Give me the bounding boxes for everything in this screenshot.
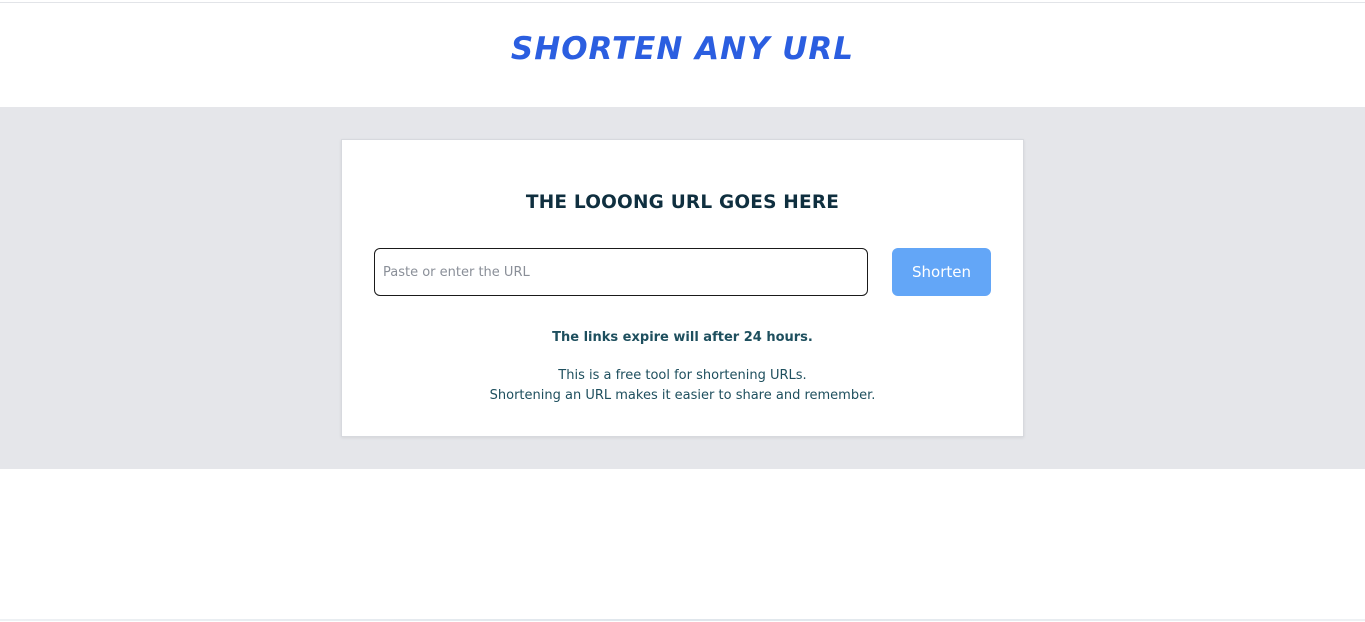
page: SHORTEN ANY URL THE LOOONG URL GOES HERE… (0, 0, 1365, 622)
site-title: SHORTEN ANY URL (510, 31, 855, 67)
description: This is a free tool for shortening URLs.… (342, 366, 1023, 406)
bottom-divider (0, 619, 1365, 621)
description-line: This is a free tool for shortening URLs. (558, 368, 807, 383)
card-heading: THE LOOONG URL GOES HERE (525, 192, 840, 213)
description-line: Shortening an URL makes it easier to sha… (489, 388, 876, 403)
shorten-button[interactable]: Shorten (892, 248, 991, 296)
shortener-card: THE LOOONG URL GOES HERE Shorten The lin… (341, 139, 1024, 437)
site-header: SHORTEN ANY URL (0, 3, 1365, 107)
url-input[interactable] (374, 248, 868, 296)
expire-note: The links expire will after 24 hours. (552, 330, 813, 345)
